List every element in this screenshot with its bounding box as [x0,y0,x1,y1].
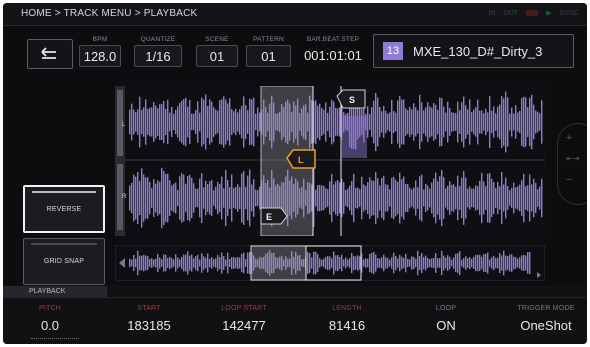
quantize-value: 1/16 [134,45,182,67]
sample-selector[interactable]: 13 MXE_130_D#_Dirty_3 [373,34,574,68]
scene-param[interactable]: SCENE 01 [196,36,238,67]
length-param[interactable]: LENGTH 81416 [317,305,377,333]
start-param[interactable]: START 183185 [119,305,179,333]
waveform-editor[interactable]: L R S L E [115,86,545,236]
pitch-slider-track [31,338,79,339]
loop-start-value: 142477 [222,318,266,333]
zoom-in-icon[interactable]: + [566,132,572,144]
pattern-value: 01 [246,45,291,67]
bpm-param[interactable]: BPM 128.0 [79,36,121,67]
loop-param[interactable]: LOOP ON [421,305,471,333]
bar-beat-step-param: BAR.BEAT.STEP 001:01:01 [299,36,367,67]
trigger-mode-param[interactable]: TRIGGER MODE OneShot [509,305,583,333]
zoom-arrows-icon: ⇤⇥ [566,154,580,163]
reverse-button[interactable]: REVERSE [23,185,105,233]
end-marker[interactable]: E [260,207,288,225]
quantize-label: QUANTIZE [140,36,176,43]
pitch-value: 0.0 [40,318,60,333]
zoom-out-icon[interactable]: − [566,174,572,186]
loop-marker-label: L [298,155,304,165]
bpm-value: 128.0 [79,45,121,67]
reverse-indicator [32,191,96,193]
sample-number: 13 [383,42,403,60]
bar-beat-step-value: 001:01:01 [304,47,362,63]
pattern-param[interactable]: PATTERN 01 [246,36,291,67]
trigger-mode-label: TRIGGER MODE [517,305,575,312]
back-arrow-icon [41,47,56,59]
grid-snap-indicator [31,243,97,245]
loop-label: LOOP [435,305,457,312]
header-bar: HOME > TRACK MENU > PLAYBACK IN OUT ▶ SY… [3,3,587,26]
zoom-control[interactable]: + ⇤⇥ − [557,123,587,205]
bpm-label: BPM [92,36,108,43]
scene-label: SCENE [205,36,229,43]
play-icon: ▶ [546,10,552,17]
length-label: LENGTH [332,305,362,312]
loop-start-param[interactable]: LOOP START 142477 [211,305,277,333]
grid-snap-button[interactable]: GRID SNAP [23,238,105,285]
start-marker[interactable]: S [336,89,366,109]
reverse-label: REVERSE [46,205,82,213]
end-marker-label: E [266,212,272,222]
playback-tab[interactable]: PLAYBACK [3,286,107,298]
trigger-mode-value: OneShot [520,318,572,333]
start-marker-label: S [349,95,355,105]
status-rec [526,10,539,16]
overview-view-window[interactable] [250,245,307,281]
waveform-overview[interactable] [115,245,545,281]
status-indicators: IN OUT ▶ SYNC [488,9,579,18]
start-label: START [137,305,161,312]
breadcrumb: HOME > TRACK MENU > PLAYBACK [21,8,198,19]
back-button[interactable] [27,39,73,69]
playback-screen: HOME > TRACK MENU > PLAYBACK IN OUT ▶ SY… [3,3,587,344]
pitch-label: PITCH [39,305,61,312]
quantize-param[interactable]: QUANTIZE 1/16 [134,36,182,67]
channel-right-label: R [122,194,127,200]
status-out: OUT [503,9,519,17]
scene-value: 01 [196,45,238,67]
status-in: IN [488,9,496,17]
pattern-label: PATTERN [253,36,284,43]
bar-beat-step-label: BAR.BEAT.STEP [306,36,360,43]
status-sync: SYNC [559,9,579,17]
loop-marker[interactable]: L [286,149,316,169]
loop-start-label: LOOP START [221,305,267,312]
start-value: 183185 [127,318,171,333]
grid-snap-label: GRID SNAP [43,258,85,265]
length-value: 81416 [328,318,366,333]
loop-value: ON [436,318,456,333]
sample-name: MXE_130_D#_Dirty_3 [413,43,543,59]
tab-divider [107,297,587,298]
pitch-param[interactable]: PITCH 0.0 [25,305,75,333]
